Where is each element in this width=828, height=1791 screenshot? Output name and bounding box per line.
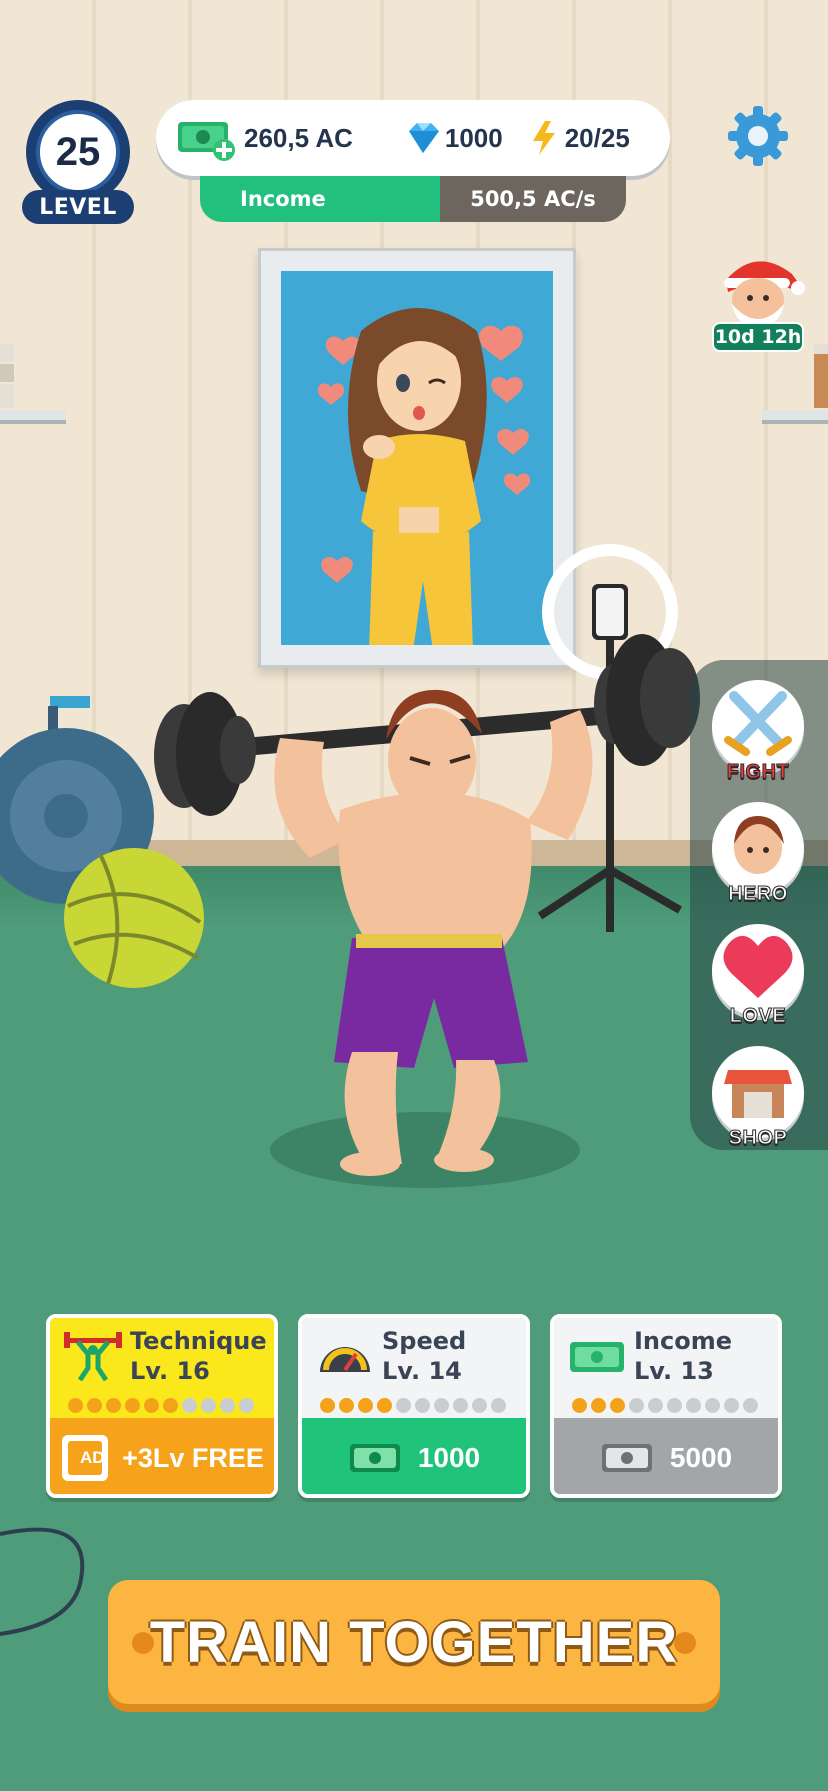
progress-dot-filled	[144, 1398, 159, 1413]
train-together-button[interactable]: TRAIN TOGETHER	[108, 1580, 720, 1704]
progress-dot-empty	[629, 1398, 644, 1413]
progress-dot-filled	[106, 1398, 121, 1413]
hero-face-icon	[734, 816, 784, 874]
progress-dot-filled	[377, 1398, 392, 1413]
progress-dot-empty	[724, 1398, 739, 1413]
wall-shelf-right	[762, 410, 828, 424]
fight-label: FIGHT	[726, 761, 790, 784]
progress-dot-filled	[87, 1398, 102, 1413]
event-santa-button[interactable]: 10d 12h	[708, 248, 808, 354]
progress-dot-filled	[610, 1398, 625, 1413]
event-timer: 10d 12h	[712, 322, 804, 352]
upgrade-progress	[68, 1398, 254, 1413]
progress-dot-filled	[591, 1398, 606, 1413]
progress-dot-filled	[320, 1398, 335, 1413]
hero-button[interactable]: HERO	[712, 802, 804, 906]
progress-dot-filled	[125, 1398, 140, 1413]
progress-dot-empty	[491, 1398, 506, 1413]
ad-badge-label: AD	[80, 1448, 105, 1467]
cash-plus-icon	[178, 122, 235, 161]
progress-dot-empty	[743, 1398, 758, 1413]
upgrade-title: Income	[634, 1327, 733, 1355]
upgrade-level: Lv. 14	[382, 1357, 462, 1385]
diamond-icon	[408, 123, 439, 153]
weightlifter-icon	[64, 1332, 122, 1382]
gems-display[interactable]: 1000	[403, 121, 503, 155]
progress-dot-empty	[705, 1398, 720, 1413]
shop-button[interactable]: SHOP	[712, 1046, 804, 1150]
income-label: Income	[200, 176, 440, 222]
cash-stack-icon	[570, 1342, 624, 1372]
wall-shelf-left	[0, 410, 66, 424]
cash-display[interactable]: 260,5 AC	[176, 114, 353, 162]
energy-amount: 20/25	[564, 122, 630, 153]
upgrade-progress	[320, 1398, 506, 1413]
upgrade-progress	[572, 1398, 758, 1413]
progress-dot-empty	[396, 1398, 411, 1413]
currency-bar: 260,5 AC 1000 20/25	[156, 100, 670, 176]
love-label: LOVE	[729, 1005, 787, 1028]
cash-amount: 260,5 AC	[244, 122, 353, 153]
free-levels-label: +3Lv FREE	[122, 1442, 264, 1473]
upgrade-card-income[interactable]: Income Lv. 13 5000	[550, 1314, 782, 1498]
cash-icon	[601, 1444, 652, 1472]
heart-icon	[723, 935, 793, 998]
progress-dot-empty	[239, 1398, 254, 1413]
love-button[interactable]: LOVE	[712, 924, 804, 1028]
jump-rope	[0, 1527, 85, 1636]
progress-dot-empty	[686, 1398, 701, 1413]
free-levels-ad-button[interactable]: AD +3Lv FREE	[50, 1418, 274, 1494]
wall-poster	[258, 248, 576, 668]
upgrade-title: Speed	[382, 1327, 467, 1355]
crossed-swords-icon	[724, 691, 792, 756]
train-together-label: TRAIN TOGETHER	[149, 1609, 679, 1675]
speed-upgrade-cost: 1000	[417, 1442, 481, 1473]
athlete-character	[154, 634, 700, 1176]
level-number: 25	[55, 129, 101, 174]
level-label: LEVEL	[22, 190, 134, 224]
progress-dot-empty	[472, 1398, 487, 1413]
progress-dot-filled	[339, 1398, 354, 1413]
income-rate: 500,5 AC/s	[440, 176, 626, 222]
shop-stall-icon	[724, 1070, 792, 1118]
energy-display[interactable]: 20/25	[531, 121, 630, 155]
income-upgrade-buy-button[interactable]: 5000	[554, 1418, 778, 1494]
gems-amount: 1000	[444, 122, 503, 153]
shop-label: SHOP	[728, 1127, 788, 1150]
fight-button[interactable]: FIGHT	[712, 680, 804, 784]
books-icon	[814, 344, 828, 408]
progress-dot-empty	[648, 1398, 663, 1413]
speedometer-icon	[320, 1347, 370, 1372]
settings-gear-icon[interactable]	[726, 104, 790, 168]
progress-dot-filled	[163, 1398, 178, 1413]
hero-label: HERO	[728, 883, 788, 906]
upgrade-title: Technique	[130, 1327, 267, 1355]
progress-dot-filled	[358, 1398, 373, 1413]
progress-dot-filled	[68, 1398, 83, 1413]
cash-icon	[349, 1444, 400, 1472]
progress-dot-empty	[182, 1398, 197, 1413]
progress-dot-empty	[667, 1398, 682, 1413]
upgrade-card-technique[interactable]: Technique Lv. 16 AD +3Lv FREE	[46, 1314, 278, 1498]
santa-icon	[724, 261, 805, 328]
poster-woman-illustration	[317, 308, 531, 645]
lightning-icon	[532, 121, 555, 155]
income-upgrade-cost: 5000	[669, 1442, 733, 1473]
progress-dot-filled	[572, 1398, 587, 1413]
progress-dot-empty	[434, 1398, 449, 1413]
progress-dot-empty	[415, 1398, 430, 1413]
upgrade-card-speed[interactable]: Speed Lv. 14 1000	[298, 1314, 530, 1498]
progress-dot-empty	[201, 1398, 216, 1413]
progress-dot-empty	[453, 1398, 468, 1413]
income-bar: Income 500,5 AC/s	[200, 176, 626, 222]
upgrade-level: Lv. 16	[130, 1357, 210, 1385]
progress-dot-empty	[220, 1398, 235, 1413]
upgrade-level: Lv. 13	[634, 1357, 714, 1385]
books-icon	[0, 344, 14, 408]
speed-upgrade-buy-button[interactable]: 1000	[302, 1418, 526, 1494]
player-level-badge[interactable]: 25 LEVEL	[22, 100, 134, 226]
